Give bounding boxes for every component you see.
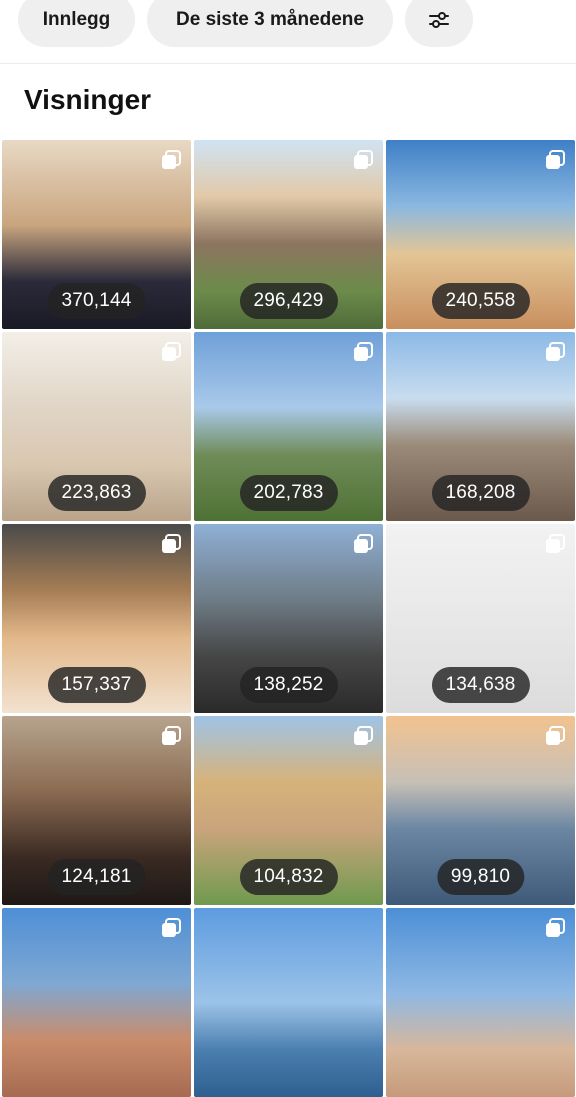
post-tile[interactable]: 134,638 bbox=[386, 524, 575, 713]
carousel-icon bbox=[546, 918, 565, 937]
carousel-icon bbox=[546, 534, 565, 553]
carousel-icon bbox=[162, 342, 181, 361]
views-count-badge: 370,144 bbox=[47, 283, 146, 319]
section-title: Visninger bbox=[24, 84, 152, 115]
post-tile[interactable]: 202,783 bbox=[194, 332, 383, 521]
post-tile[interactable]: 223,863 bbox=[2, 332, 191, 521]
views-count-badge: 223,863 bbox=[47, 475, 146, 511]
period-filter-chip[interactable]: De siste 3 månedene bbox=[147, 0, 393, 47]
carousel-icon bbox=[162, 150, 181, 169]
post-tile[interactable]: 124,181 bbox=[2, 716, 191, 905]
filter-bar: Innlegg De siste 3 månedene bbox=[0, 0, 576, 64]
views-count-badge: 168,208 bbox=[431, 475, 530, 511]
post-tile[interactable]: 168,208 bbox=[386, 332, 575, 521]
post-thumbnail bbox=[194, 908, 383, 1097]
views-count-badge: 157,337 bbox=[47, 667, 146, 703]
post-tile[interactable]: 240,558 bbox=[386, 140, 575, 329]
post-tile[interactable] bbox=[2, 908, 191, 1097]
carousel-icon bbox=[546, 342, 565, 361]
carousel-icon bbox=[354, 342, 373, 361]
carousel-icon bbox=[354, 534, 373, 553]
carousel-icon bbox=[354, 150, 373, 169]
carousel-icon bbox=[546, 726, 565, 745]
views-count-badge: 104,832 bbox=[239, 859, 338, 895]
post-tile[interactable]: 157,337 bbox=[2, 524, 191, 713]
views-count-badge: 134,638 bbox=[431, 667, 530, 703]
posts-filter-label: Innlegg bbox=[42, 8, 111, 30]
sliders-icon bbox=[429, 11, 449, 28]
post-tile[interactable] bbox=[386, 908, 575, 1097]
post-tile[interactable]: 296,429 bbox=[194, 140, 383, 329]
views-count-badge: 296,429 bbox=[239, 283, 338, 319]
posts-grid: 370,144 296,429 240,558 223,863 202,783 … bbox=[2, 140, 576, 1097]
post-tile[interactable] bbox=[194, 908, 383, 1097]
views-count-badge: 124,181 bbox=[47, 859, 146, 895]
views-count-badge: 202,783 bbox=[239, 475, 338, 511]
filter-settings-button[interactable] bbox=[405, 0, 473, 47]
period-filter-label: De siste 3 månedene bbox=[176, 8, 364, 30]
views-count-badge: 138,252 bbox=[239, 667, 338, 703]
post-tile[interactable]: 370,144 bbox=[2, 140, 191, 329]
carousel-icon bbox=[354, 726, 373, 745]
views-count-badge: 99,810 bbox=[436, 859, 525, 895]
post-tile[interactable]: 99,810 bbox=[386, 716, 575, 905]
post-tile[interactable]: 104,832 bbox=[194, 716, 383, 905]
views-count-badge: 240,558 bbox=[431, 283, 530, 319]
carousel-icon bbox=[546, 150, 565, 169]
post-tile[interactable]: 138,252 bbox=[194, 524, 383, 713]
carousel-icon bbox=[162, 726, 181, 745]
carousel-icon bbox=[162, 534, 181, 553]
carousel-icon bbox=[162, 918, 181, 937]
posts-filter-chip[interactable]: Innlegg bbox=[18, 0, 135, 47]
